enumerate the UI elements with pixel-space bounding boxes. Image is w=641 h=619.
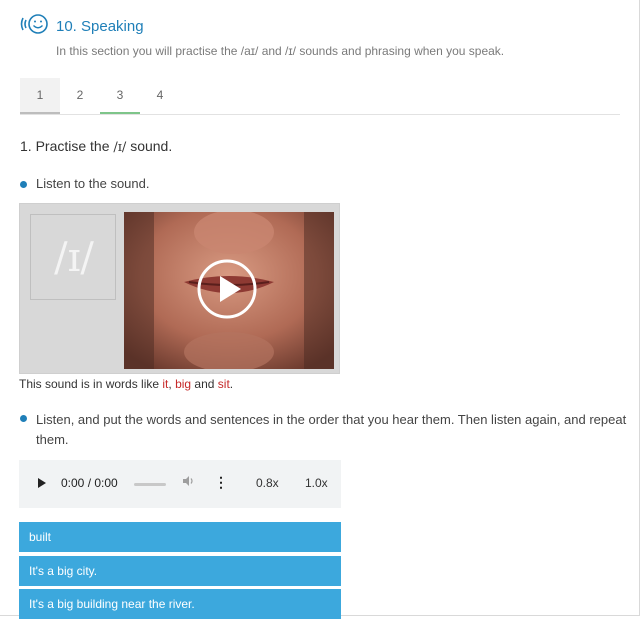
instruction-order: Listen, and put the words and sentences … [20, 410, 636, 450]
more-options-icon[interactable]: ⋮ [214, 474, 228, 491]
bullet-dot [20, 181, 27, 188]
sound-symbol-card: /ɪ/ [30, 214, 116, 300]
audio-progress-bar[interactable] [134, 483, 166, 486]
instruction-text: Listen to the sound. [36, 176, 150, 191]
section-title: 10. Speaking [56, 18, 144, 35]
section-subtitle: In this section you will practise the /a… [56, 44, 505, 58]
order-item[interactable]: It's a big city. [19, 556, 341, 586]
volume-icon[interactable] [182, 474, 196, 488]
example-period: . [229, 377, 234, 391]
order-item[interactable]: It's a big building near the river. [19, 589, 341, 619]
example-separator: and [191, 377, 218, 391]
audio-play-icon[interactable] [38, 478, 46, 488]
tab-2[interactable]: 2 [60, 78, 100, 114]
speed-button-normal[interactable]: 1.0x [305, 476, 328, 490]
heading-text-end: sound. [126, 138, 173, 154]
sound-symbol: /ɪ/ [54, 235, 94, 281]
example-words-text: This sound is in words like [19, 377, 163, 391]
play-icon[interactable] [196, 258, 258, 320]
exercise-tabs: 1 2 3 4 [20, 78, 620, 115]
example-words: This sound is in words like it, big and … [19, 377, 233, 391]
tab-3[interactable]: 3 [100, 78, 140, 114]
mouth-video[interactable] [124, 212, 334, 369]
heading-text-start: 1. Practise the [20, 138, 114, 154]
audio-player: 0:00 / 0:00 ⋮ 0.8x 1.0x [19, 460, 341, 508]
sound-media-panel: /ɪ/ [19, 203, 340, 374]
bullet-dot [20, 415, 27, 422]
example-word-big: big [175, 377, 192, 391]
instruction-listen: Listen to the sound. [20, 176, 149, 191]
heading-ipa: /ɪ/ [113, 140, 127, 155]
order-item[interactable]: built [19, 522, 341, 552]
tab-4[interactable]: 4 [140, 78, 180, 114]
speed-button-slow[interactable]: 0.8x [256, 476, 279, 490]
speaking-face-icon [20, 14, 48, 34]
exercise-heading: 1. Practise the /ɪ/ sound. [20, 138, 172, 155]
instruction-text: Listen, and put the words and sentences … [36, 412, 627, 447]
audio-time: 0:00 / 0:00 [61, 476, 118, 490]
example-word-sit: sit [217, 377, 230, 391]
tab-1[interactable]: 1 [20, 78, 60, 114]
